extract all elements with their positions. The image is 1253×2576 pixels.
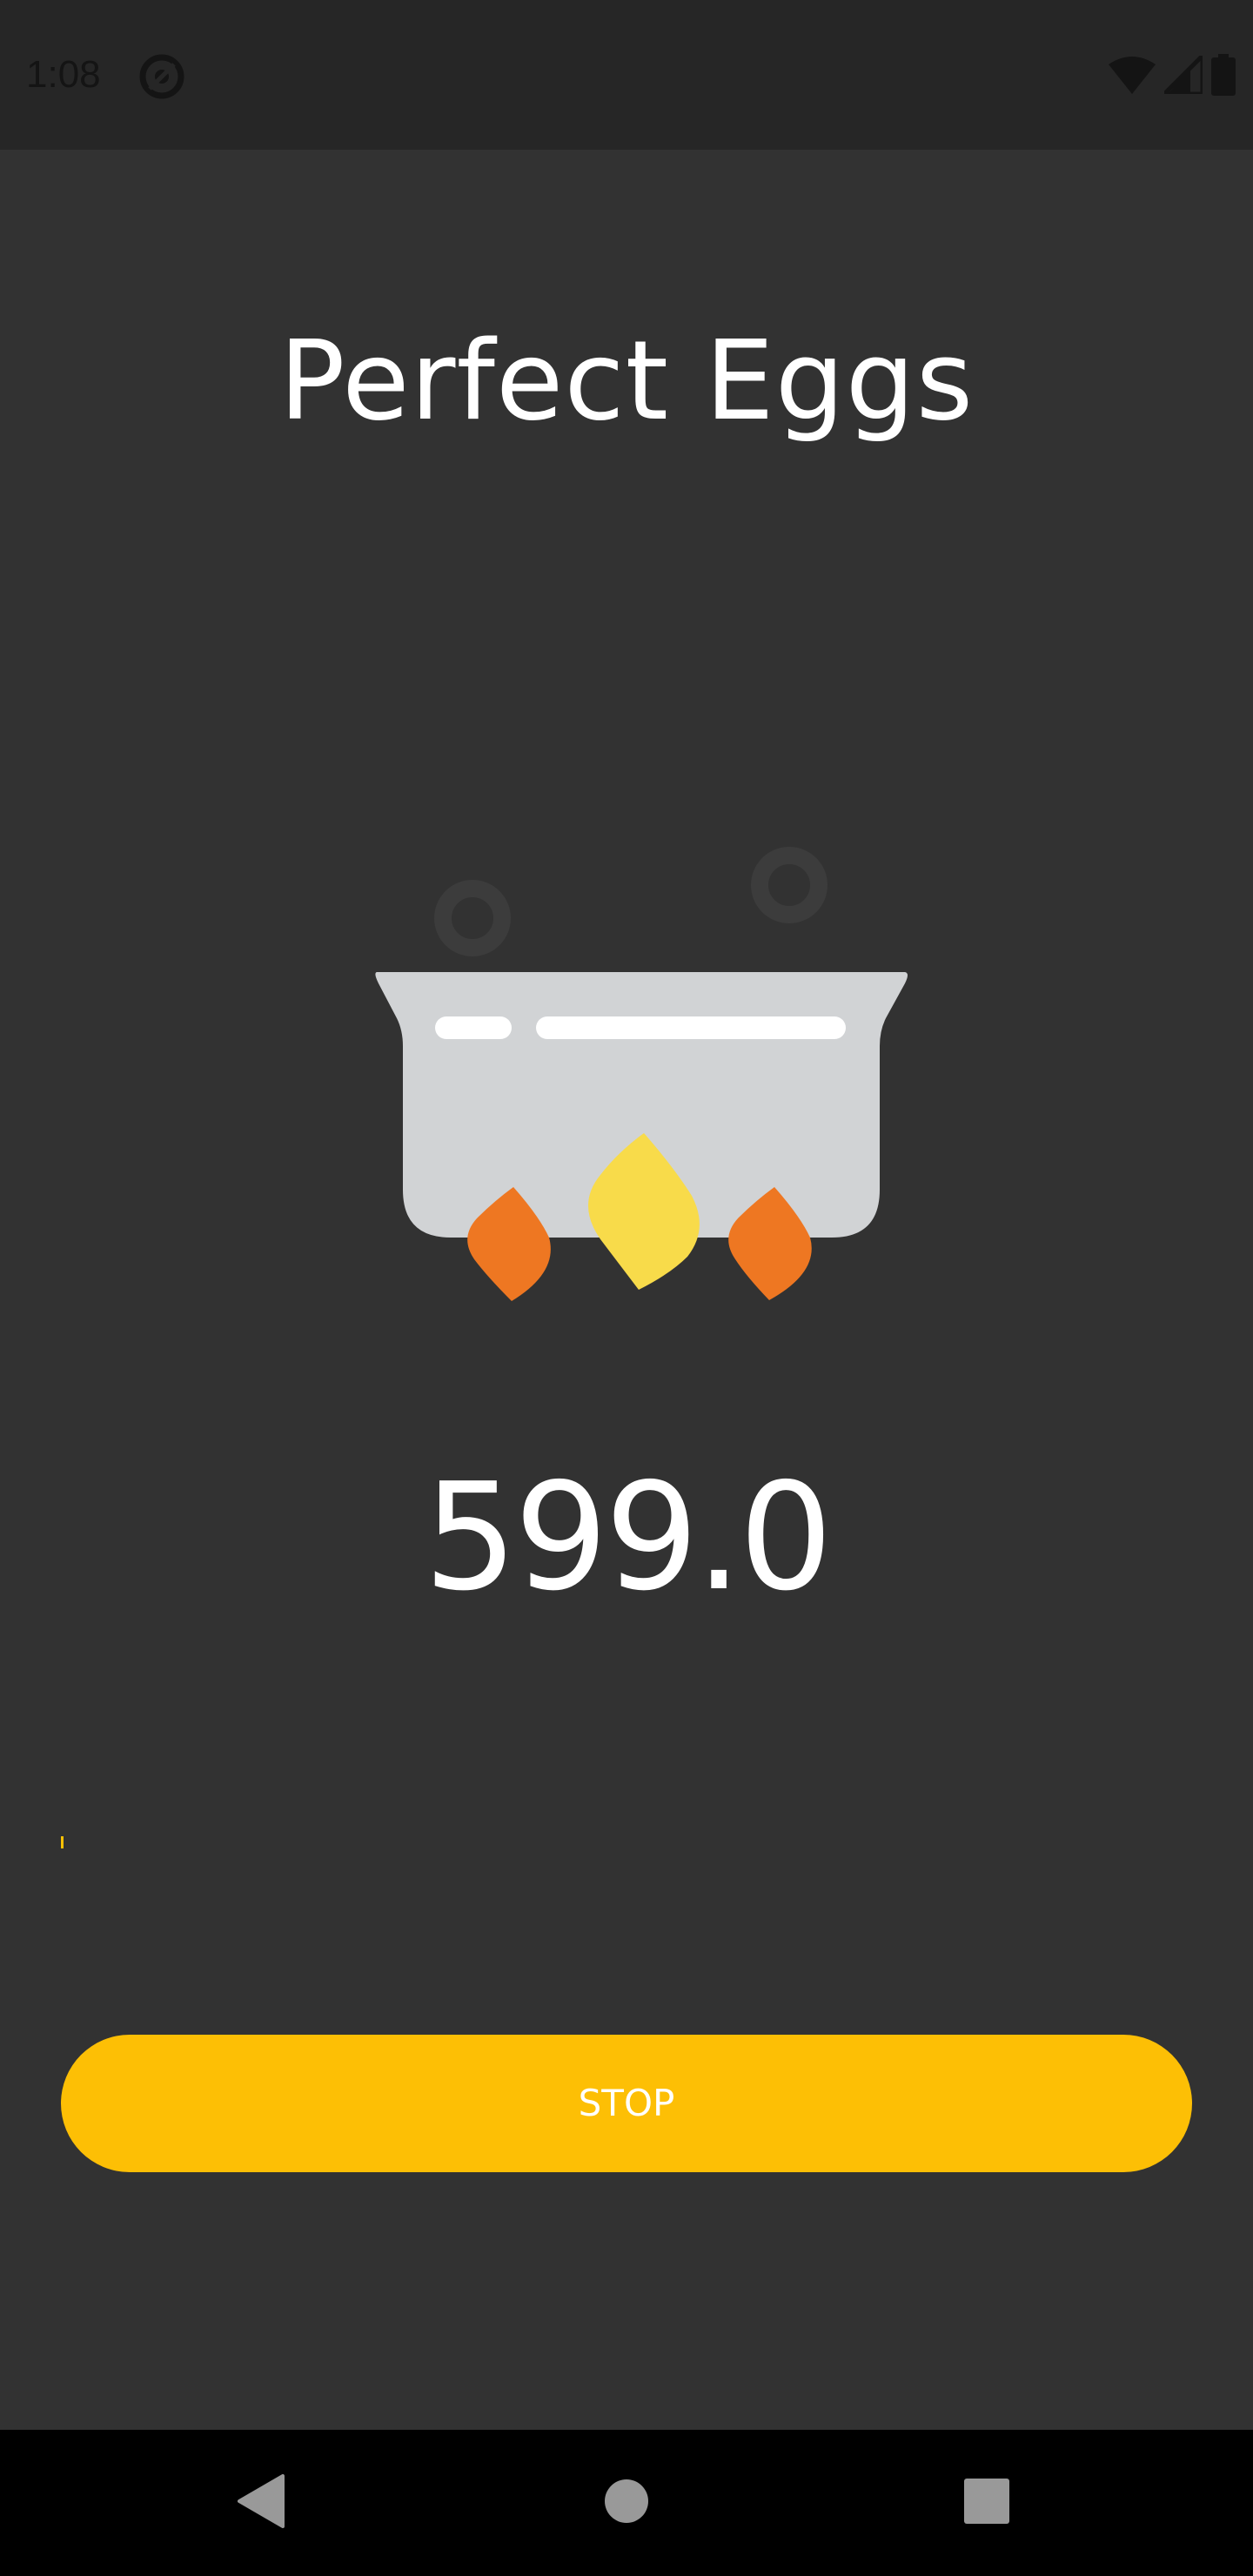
status-time: 1:08: [26, 53, 101, 96]
progress-bar: [61, 1836, 1192, 1854]
boiling-pot-icon: [365, 715, 922, 1325]
progress-fill: [61, 1836, 64, 1848]
back-icon: [238, 2473, 285, 2532]
sync-icon: [137, 52, 186, 101]
status-bar: 1:08: [0, 0, 1253, 150]
back-button[interactable]: [174, 2430, 348, 2576]
home-button[interactable]: [539, 2430, 714, 2576]
recents-icon: [964, 2478, 1009, 2528]
home-icon: [604, 2479, 649, 2528]
timer-display: 599.0: [423, 1452, 834, 1624]
status-icons: [1109, 50, 1236, 101]
signal-icon: [1158, 50, 1205, 98]
navigation-bar: [0, 2430, 1253, 2576]
wifi-icon: [1109, 56, 1156, 98]
app-content: Perfect Eggs 599.0 STOP: [0, 150, 1253, 2430]
stop-button[interactable]: STOP: [61, 2035, 1192, 2172]
page-title: Perfect Eggs: [278, 317, 975, 445]
battery-icon: [1211, 53, 1236, 100]
recents-button[interactable]: [900, 2430, 1074, 2576]
